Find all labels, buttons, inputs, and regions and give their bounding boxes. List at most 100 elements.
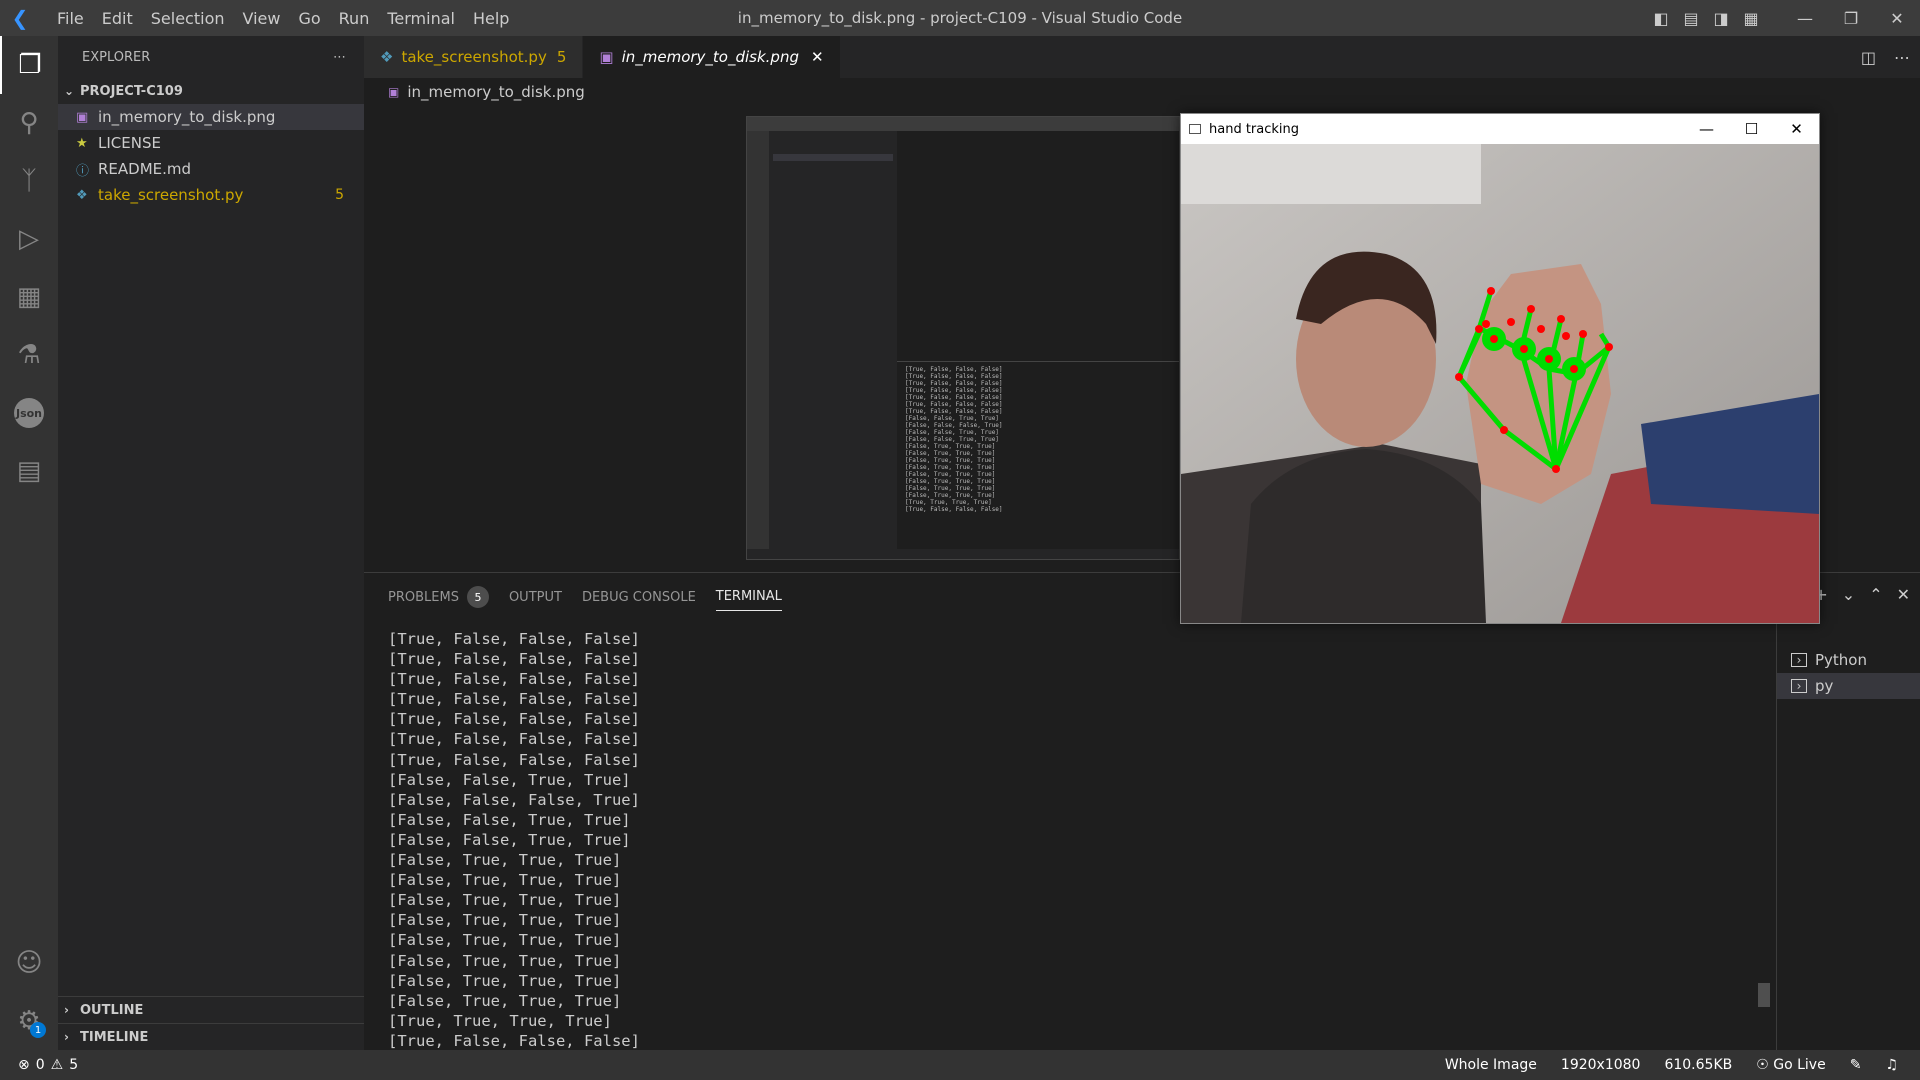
explorer-sidebar: EXPLORER ⋯ ⌄ PROJECT-C109 ▣ in_memory_to… <box>58 36 364 1050</box>
file-license[interactable]: ★ LICENSE <box>58 130 364 156</box>
search-icon[interactable]: ⚲ <box>0 94 58 152</box>
toggle-sidebar-icon[interactable]: ◧ <box>1646 9 1676 28</box>
terminal-line: [False, True, True, True] <box>388 931 622 950</box>
go-live-label: Go Live <box>1773 1057 1826 1073</box>
accounts-icon[interactable]: ☺ <box>0 934 58 992</box>
file-in-memory-to-disk[interactable]: ▣ in_memory_to_disk.png <box>58 104 364 130</box>
file-readme[interactable]: ⓘ README.md <box>58 156 364 182</box>
tab-debug-console[interactable]: DEBUG CONSOLE <box>582 584 696 611</box>
terminal-output[interactable]: [True, False, False, False] [True, False,… <box>388 629 640 1051</box>
outline-section[interactable]: › OUTLINE <box>58 996 364 1023</box>
tab-problems[interactable]: PROBLEMS 5 <box>388 580 489 614</box>
hand-tracking-window[interactable]: hand tracking — ☐ ✕ <box>1180 113 1820 624</box>
tab-label: OUTPUT <box>508 589 562 605</box>
vscode-logo-icon: ❮ <box>11 6 29 30</box>
close-window-button[interactable]: ✕ <box>1874 9 1920 28</box>
terminal-line: [True, False, False, False] <box>388 710 640 729</box>
tab-problem-badge: 5 <box>556 48 567 66</box>
tab-output[interactable]: OUTPUT <box>509 584 562 611</box>
close-panel-icon[interactable]: ✕ <box>1897 585 1910 604</box>
camera-feed <box>1181 144 1819 623</box>
terminal-item-py[interactable]: › py <box>1777 673 1920 699</box>
broadcast-icon: ☉ <box>1756 1057 1774 1073</box>
preview-terminal-line: [False, False, True, True] <box>905 415 999 422</box>
breadcrumb[interactable]: ▣ in_memory_to_disk.png <box>364 78 1920 106</box>
json-icon[interactable]: Json <box>0 384 58 442</box>
file-label: take_screenshot.py <box>98 186 244 204</box>
preview-terminal-line: [False, True, True, True] <box>905 492 996 499</box>
run-debug-icon[interactable]: ▷ <box>0 210 58 268</box>
close-window-button[interactable]: ✕ <box>1774 114 1819 144</box>
terminal-line: [True, False, False, False] <box>388 650 640 669</box>
outline-label: OUTLINE <box>80 1002 144 1018</box>
bell-icon[interactable]: ♫ <box>1885 1057 1898 1073</box>
tab-in-memory-to-disk[interactable]: ▣ in_memory_to_disk.png ✕ <box>583 36 841 78</box>
go-live-button[interactable]: ☉ Go Live <box>1756 1057 1825 1073</box>
terminal-line: [True, False, False, False] <box>388 730 640 749</box>
terminal-line: [False, True, True, True] <box>388 851 622 870</box>
activity-bar: ❐ ⚲ ᛉ ▷ ▦ ⚗ Json ▤ ☺ ⚙ 1 <box>0 36 58 1050</box>
explorer-header: EXPLORER ⋯ <box>58 36 364 78</box>
terminal-item-label: py <box>1815 677 1834 695</box>
menu-bar: File Edit Selection View Go Run Terminal… <box>48 9 518 28</box>
file-label: LICENSE <box>98 134 161 152</box>
more-actions-icon[interactable]: ⋯ <box>1894 48 1910 67</box>
extensions-icon[interactable]: ▦ <box>0 268 58 326</box>
explorer-icon[interactable]: ❐ <box>0 36 58 94</box>
preview-line <box>773 164 893 171</box>
bottom-panel: PROBLEMS 5 OUTPUT DEBUG CONSOLE TERMINAL… <box>364 572 1920 1051</box>
window-icon <box>1189 124 1201 134</box>
whole-image-label[interactable]: Whole Image <box>1445 1057 1537 1073</box>
close-icon[interactable]: ✕ <box>811 48 824 66</box>
file-take-screenshot[interactable]: ❖ take_screenshot.py 5 <box>58 182 364 208</box>
preview-terminal-line: [False, True, True, True] <box>905 450 996 457</box>
preview-terminal-line: [False, False, True, True] <box>905 436 999 443</box>
python-icon: ❖ <box>76 187 88 203</box>
toggle-panel-icon[interactable]: ▤ <box>1676 9 1706 28</box>
minimize-button[interactable]: — <box>1684 114 1729 144</box>
menu-view[interactable]: View <box>234 9 290 28</box>
menu-run[interactable]: Run <box>330 9 379 28</box>
preview-titlebar <box>747 117 1179 131</box>
chevron-right-icon: › <box>64 1030 69 1044</box>
menu-file[interactable]: File <box>48 9 93 28</box>
menu-terminal[interactable]: Terminal <box>378 9 464 28</box>
preview-terminal-line: [False, True, True, True] <box>905 478 996 485</box>
breadcrumb-label: in_memory_to_disk.png <box>407 83 585 101</box>
notebook-icon[interactable]: ▤ <box>0 442 58 500</box>
terminal-scrollbar[interactable] <box>1758 983 1770 1007</box>
timeline-section[interactable]: › TIMELINE <box>58 1023 364 1050</box>
feedback-icon[interactable]: ✎ <box>1850 1057 1862 1073</box>
image-size: 610.65KB <box>1664 1057 1733 1073</box>
source-control-icon[interactable]: ᛉ <box>0 152 58 210</box>
customize-layout-icon[interactable]: ▦ <box>1736 9 1766 28</box>
terminal-line: [True, False, False, False] <box>388 670 640 689</box>
maximize-panel-icon[interactable]: ⌃ <box>1869 585 1882 604</box>
project-folder[interactable]: ⌄ PROJECT-C109 <box>58 78 364 104</box>
chevron-down-icon[interactable]: ⌄ <box>1842 585 1855 604</box>
problems-status[interactable]: ⊗ 0 ⚠ 5 <box>0 1057 78 1073</box>
testing-icon[interactable]: ⚗ <box>0 326 58 384</box>
preview-terminal-line: [False, True, True, True] <box>905 457 996 464</box>
menu-selection[interactable]: Selection <box>142 9 234 28</box>
tab-take-screenshot[interactable]: ❖ take_screenshot.py 5 <box>364 36 584 78</box>
tab-terminal[interactable]: TERMINAL <box>715 583 782 611</box>
terminal-line: [False, True, True, True] <box>388 971 622 990</box>
preview-terminal-line: [True, False, False, False] <box>905 408 1003 415</box>
maximize-button[interactable]: ☐ <box>1729 114 1774 144</box>
terminal-icon: › <box>1791 653 1807 667</box>
minimize-button[interactable]: — <box>1782 9 1828 28</box>
toggle-secondary-sidebar-icon[interactable]: ◨ <box>1706 9 1736 28</box>
restore-button[interactable]: ❐ <box>1828 9 1874 28</box>
menu-help[interactable]: Help <box>464 9 518 28</box>
manage-gear-icon[interactable]: ⚙ 1 <box>0 992 58 1050</box>
terminal-line: [False, True, True, True] <box>388 871 622 890</box>
editor-tabs: ❖ take_screenshot.py 5 ▣ in_memory_to_di… <box>364 36 1920 78</box>
menu-edit[interactable]: Edit <box>93 9 142 28</box>
camera-frame-image <box>1181 144 1819 623</box>
menu-go[interactable]: Go <box>289 9 329 28</box>
terminal-item-python[interactable]: › Python <box>1777 647 1920 673</box>
split-editor-icon[interactable]: ◫ <box>1861 48 1876 67</box>
terminal-line: [False, False, True, True] <box>388 830 631 849</box>
more-actions-icon[interactable]: ⋯ <box>333 50 346 65</box>
